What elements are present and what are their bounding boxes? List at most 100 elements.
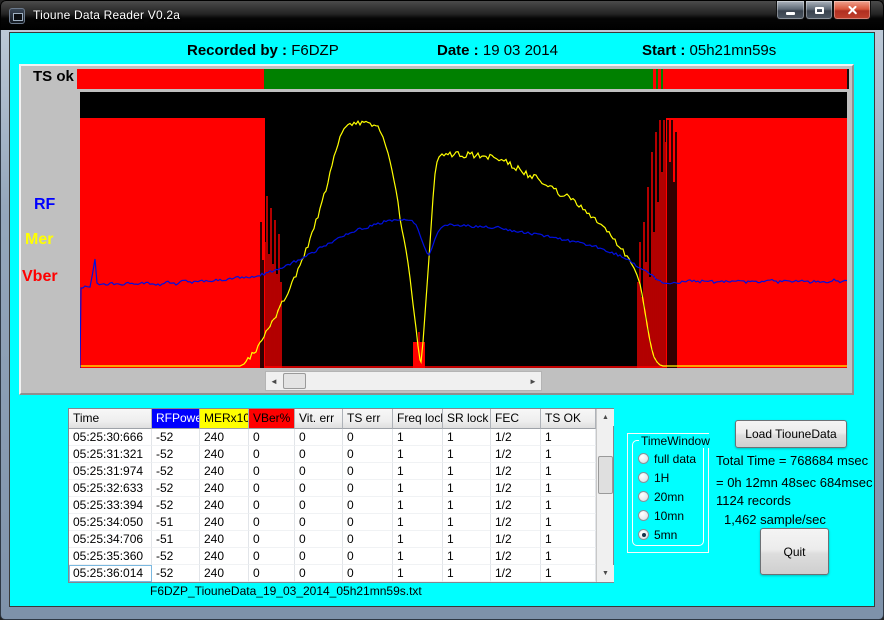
scroll-down-icon[interactable]: ▼ [597,565,614,582]
radio-selected-icon[interactable] [638,529,649,540]
column-header-rfpower: RFPower [152,409,200,429]
cell: 1 [443,548,491,565]
trace-label-rf: RF [34,196,55,214]
cell: 1 [393,497,443,514]
table-scroll-thumb[interactable] [598,456,613,494]
radio-option-1h[interactable]: 1H [633,468,703,487]
timewindow-options: full data1H20mn10mn5mn [633,441,703,544]
cell: 05:25:34:050 [69,514,152,531]
cell: -52 [152,497,200,514]
cell: 1 [393,531,443,548]
ts-ok-label: TS ok [33,68,74,85]
column-header-freq-lock: Freq lock [393,409,443,429]
cell: 0 [295,497,343,514]
cell: 1 [541,531,596,548]
radio-icon[interactable] [638,491,649,502]
cell: 05:25:34:706 [69,531,152,548]
cell: 0 [295,548,343,565]
timewindow-legend: TimeWindow [639,434,712,448]
cell: 0 [249,548,295,565]
scroll-right-icon[interactable]: ► [525,372,541,390]
column-header-sr-lock: SR lock [443,409,491,429]
titlebar[interactable]: Tioune Data Reader V0.2a [0,0,884,30]
cell: 0 [343,429,393,446]
minimize-button[interactable] [776,1,805,20]
table-row[interactable]: 05:25:36:014-52240000111/21 [69,565,596,582]
radio-option-10mn[interactable]: 10mn [633,506,703,525]
quit-button[interactable]: Quit [760,528,829,575]
cell: 1 [393,446,443,463]
cell: 0 [295,531,343,548]
radio-option-20mn[interactable]: 20mn [633,487,703,506]
radio-option-full-data[interactable]: full data [633,449,703,468]
cell: 05:25:30:666 [69,429,152,446]
scroll-up-icon[interactable]: ▲ [597,409,614,426]
ts-status-segment [77,69,264,89]
cell: 1/2 [491,548,541,565]
cell: 240 [200,463,249,480]
cell: 1 [541,565,596,582]
cell: 0 [249,480,295,497]
timewindow-groupbox: TimeWindow full data1H20mn10mn5mn [632,440,704,546]
cell: -52 [152,480,200,497]
sample-rate: 1,462 sample/sec [724,512,826,527]
recorded-by-label: Recorded by : [187,42,287,59]
cell: 1 [443,463,491,480]
maximize-icon [815,7,824,14]
records-table: TimeRFPowerMERx10VBer%Vit. errTS errFreq… [68,408,614,583]
cell: -52 [152,446,200,463]
table-row[interactable]: 05:25:31:974-52240000111/21 [69,463,596,480]
column-header-time: Time [69,409,152,429]
scroll-left-icon[interactable]: ◄ [266,372,282,390]
radio-icon[interactable] [638,472,649,483]
signal-chart [80,92,847,368]
cell: 240 [200,497,249,514]
load-tiounedata-button[interactable]: Load TiouneData [735,420,847,448]
column-header-ts-err: TS err [343,409,393,429]
table-row[interactable]: 05:25:34:050-51240000111/21 [69,514,596,531]
table-row[interactable]: 05:25:34:706-51240000111/21 [69,531,596,548]
cell: -51 [152,514,200,531]
app-icon[interactable] [9,8,25,24]
ts-status-bar [77,69,849,89]
cell: 0 [343,548,393,565]
cell: 1 [541,548,596,565]
cell: 0 [343,531,393,548]
total-time-human: = 0h 12mn 48sec 684msec [716,475,872,490]
start-label: Start : [642,42,685,59]
cell: 1 [443,497,491,514]
cell: 05:25:32:633 [69,480,152,497]
cell: 1/2 [491,565,541,582]
cell: 1/2 [491,514,541,531]
cell: -52 [152,429,200,446]
recorded-by: Recorded by : F6DZP [187,42,339,59]
cell: 240 [200,531,249,548]
radio-icon[interactable] [638,453,649,464]
cell: 05:25:35:360 [69,548,152,565]
table-header-row: TimeRFPowerMERx10VBer%Vit. errTS errFreq… [69,409,596,429]
scroll-thumb[interactable] [283,373,306,389]
column-header-vit-err: Vit. err [295,409,343,429]
table-row[interactable]: 05:25:31:321-52240000111/21 [69,446,596,463]
cell: 0 [249,514,295,531]
maximize-button[interactable] [805,1,833,20]
radio-icon[interactable] [638,510,649,521]
cell: 240 [200,480,249,497]
table-row[interactable]: 05:25:33:394-52240000111/21 [69,497,596,514]
cell: 0 [249,531,295,548]
radio-option-5mn[interactable]: 5mn [633,525,703,544]
table-row[interactable]: 05:25:35:360-52240000111/21 [69,548,596,565]
table-row[interactable]: 05:25:32:633-52240000111/21 [69,480,596,497]
close-button[interactable] [833,1,871,20]
cell: -51 [152,531,200,548]
table-row[interactable]: 05:25:30:666-52240000111/21 [69,429,596,446]
column-header-vber-: VBer% [249,409,295,429]
close-icon [847,5,858,16]
cell: 0 [295,429,343,446]
app-window: Tioune Data Reader V0.2a Recorded by : F… [0,0,884,620]
window-title: Tioune Data Reader V0.2a [33,8,180,22]
cell: 1 [393,548,443,565]
chart-horizontal-scrollbar[interactable]: ◄ ► [265,371,542,391]
table-vertical-scrollbar[interactable]: ▲ ▼ [596,409,613,582]
ts-status-segment [264,69,653,89]
